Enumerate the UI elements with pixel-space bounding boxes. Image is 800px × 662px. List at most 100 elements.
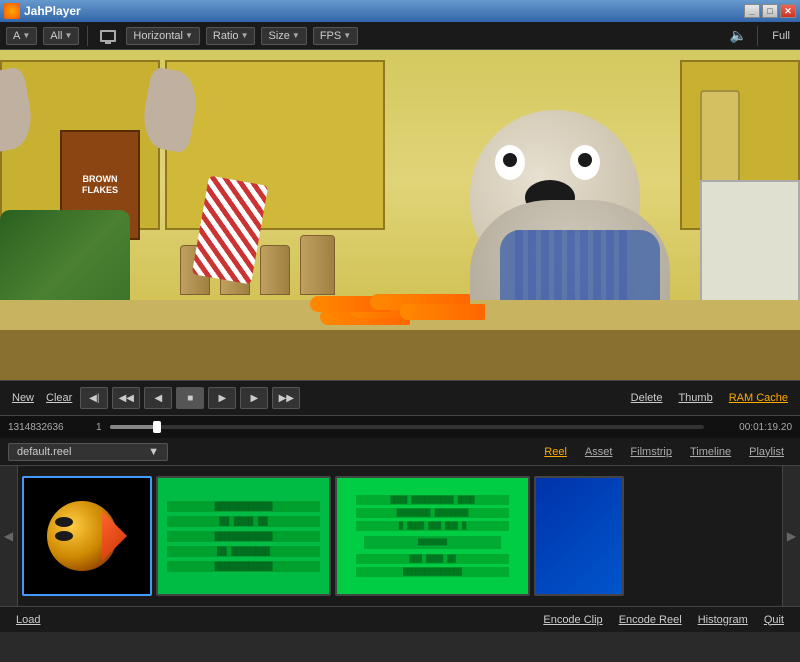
monitor-icon-item (96, 28, 120, 44)
mask-eye-left (55, 517, 73, 527)
size-dropdown[interactable]: Size ▼ (261, 27, 306, 45)
encode-clip-button[interactable]: Encode Clip (535, 612, 610, 628)
bottom-bar: Load Encode Clip Encode Reel Histogram Q… (0, 606, 800, 632)
title-left: JahPlayer (4, 3, 81, 19)
chevron-down-icon: ▼ (292, 31, 300, 40)
mask-eyes (55, 516, 110, 536)
filmstrip-prev-button[interactable]: ◀ (0, 466, 18, 606)
new-button[interactable]: New (8, 390, 38, 406)
prev-start-button[interactable]: ◀| (80, 387, 108, 409)
all-dropdown[interactable]: All ▼ (43, 27, 79, 45)
chevron-down-icon: ▼ (148, 446, 159, 458)
skip-back-icon: ◀◀ (119, 393, 134, 404)
quit-button[interactable]: Quit (756, 612, 792, 628)
scrubber-fill (110, 425, 158, 429)
skip-forward-button[interactable]: ▶▶ (272, 387, 300, 409)
stop-icon: ■ (187, 393, 193, 404)
ram-cache-button[interactable]: RAM Cache (725, 390, 792, 406)
video-player[interactable]: BROWNFLAKES (0, 50, 800, 380)
title-bar: JahPlayer _ □ ✕ (0, 0, 800, 22)
skip-forward-icon: ▶▶ (279, 393, 294, 404)
film-item-4-content (536, 478, 622, 594)
wall-cabinet-center (165, 60, 385, 230)
carrot-5 (400, 304, 485, 320)
separator (757, 26, 758, 46)
tab-reel[interactable]: Reel (536, 444, 575, 460)
chevron-down-icon: ▼ (65, 31, 73, 40)
volume-icon: 🔈 (730, 27, 747, 44)
step-forward-icon: ▶ (250, 393, 258, 404)
separator (87, 26, 88, 46)
ratio-dropdown[interactable]: Ratio ▼ (206, 27, 256, 45)
dog-eye-left (495, 145, 525, 180)
frame-position: 1314832636 (8, 422, 88, 433)
thumb-button[interactable]: Thumb (674, 390, 716, 406)
filmstrip-item-4[interactable] (534, 476, 624, 596)
reel-bar: default.reel ▼ Reel Asset Filmstrip Time… (0, 438, 800, 466)
play-button[interactable]: ▶ (208, 387, 236, 409)
app-icon (4, 3, 20, 19)
track-dropdown[interactable]: A ▼ (6, 27, 37, 45)
load-button[interactable]: Load (8, 612, 48, 628)
chevron-down-icon: ▼ (22, 31, 30, 40)
fullscreen-button[interactable]: Full (768, 28, 794, 44)
chevron-down-icon: ▼ (343, 31, 351, 40)
monitor-icon (100, 30, 116, 42)
fps-dropdown[interactable]: FPS ▼ (313, 27, 358, 45)
app-title: JahPlayer (24, 4, 81, 18)
mask-shape (47, 496, 127, 576)
reel-tabs: Reel Asset Filmstrip Timeline Playlist (536, 444, 792, 460)
mask-eye-right (55, 531, 73, 541)
reel-name: default.reel (17, 446, 71, 458)
tab-timeline[interactable]: Timeline (682, 444, 739, 460)
dog-eye-right (570, 145, 600, 180)
film-item-1-content (24, 478, 150, 594)
clear-button[interactable]: Clear (42, 390, 76, 406)
chevron-down-icon: ▼ (241, 31, 249, 40)
mask-wing (102, 511, 127, 561)
film-item-2-content: ████████████ ██ ████ ██ ████████████ ██ … (158, 478, 329, 594)
counter-front (0, 330, 800, 380)
delete-button[interactable]: Delete (627, 390, 667, 406)
toolbar: A ▼ All ▼ Horizontal ▼ Ratio ▼ Size ▼ FP… (0, 22, 800, 50)
tab-playlist[interactable]: Playlist (741, 444, 792, 460)
filmstrip-item-2[interactable]: ████████████ ██ ████ ██ ████████████ ██ … (156, 476, 331, 596)
horizontal-dropdown[interactable]: Horizontal ▼ (126, 27, 199, 45)
toolbar-right: 🔈 Full (730, 26, 794, 46)
chevron-down-icon: ▼ (185, 31, 193, 40)
maximize-button[interactable]: □ (762, 4, 778, 18)
step-back-button[interactable]: ◀ (144, 387, 172, 409)
jar-4 (300, 235, 335, 295)
skip-back-button[interactable]: ◀◀ (112, 387, 140, 409)
close-button[interactable]: ✕ (780, 4, 796, 18)
chevron-left-icon: ◀ (4, 529, 13, 543)
histogram-button[interactable]: Histogram (690, 612, 756, 628)
filmstrip-item-1[interactable] (22, 476, 152, 596)
filmstrip-next-button[interactable]: ▶ (782, 466, 800, 606)
ctrl-right-btns: Delete Thumb RAM Cache (627, 390, 792, 406)
transport-bar: New Clear ◀| ◀◀ ◀ ■ ▶ ▶ ▶▶ Delete Thumb … (0, 380, 800, 416)
minimize-button[interactable]: _ (744, 4, 760, 18)
scrubber-track[interactable] (110, 425, 704, 429)
encode-reel-button[interactable]: Encode Reel (611, 612, 690, 628)
scrubber-bar: 1314832636 1 00:01:19.20 (0, 416, 800, 438)
filmstrip-item-3[interactable]: ████ ██████████ ████ ████████ ████████ █… (335, 476, 530, 596)
film-item-3-content: ████ ██████████ ████ ████████ ████████ █… (337, 478, 528, 594)
chevron-right-icon: ▶ (787, 529, 796, 543)
title-controls: _ □ ✕ (744, 4, 796, 18)
reel-dropdown[interactable]: default.reel ▼ (8, 443, 168, 461)
step-forward-button[interactable]: ▶ (240, 387, 268, 409)
frame-number: 1 (96, 422, 102, 433)
tab-filmstrip[interactable]: Filmstrip (622, 444, 680, 460)
filmstrip-items: ████████████ ██ ████ ██ ████████████ ██ … (18, 466, 782, 606)
scrubber-thumb[interactable] (153, 421, 161, 433)
step-back-icon: ◀ (154, 393, 162, 404)
prev-start-icon: ◀| (89, 393, 99, 404)
timecode: 00:01:19.20 (712, 422, 792, 433)
stop-button[interactable]: ■ (176, 387, 204, 409)
video-canvas: BROWNFLAKES (0, 50, 800, 380)
play-icon: ▶ (218, 393, 226, 404)
jar-3 (260, 245, 290, 295)
filmstrip-area: ◀ ████████████ ██ ████ ██ ██████████ (0, 466, 800, 606)
tab-asset[interactable]: Asset (577, 444, 621, 460)
